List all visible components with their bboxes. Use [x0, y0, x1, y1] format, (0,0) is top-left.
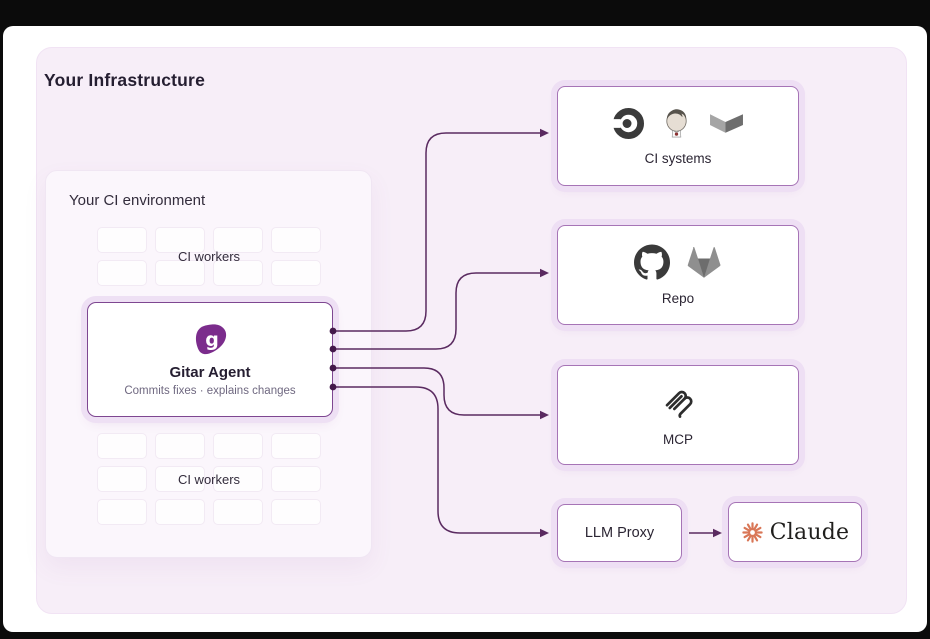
claude-wordmark: Claude: [770, 520, 849, 545]
node-mcp: MCP: [557, 365, 799, 465]
jenkins-icon: [660, 106, 693, 140]
circleci-icon: [613, 108, 644, 139]
diagram-screen: Your Infrastructure Your CI environment …: [0, 0, 930, 639]
node-ci-systems: CI systems: [557, 86, 799, 186]
ci-systems-icons: [613, 106, 744, 140]
repo-icons: [634, 244, 722, 280]
mcp-icons: [659, 383, 697, 421]
gitar-agent-description: Commits fixes · explains changes: [124, 385, 295, 397]
claude-starburst-icon: [741, 521, 764, 544]
mcp-label: MCP: [663, 432, 693, 447]
ci-systems-label: CI systems: [645, 151, 712, 166]
ci-workers-label: CI workers: [97, 433, 321, 525]
ci-environment-label: Your CI environment: [69, 192, 205, 209]
buildkite-icon: [709, 112, 744, 135]
ci-workers-grid-top: CI workers: [97, 227, 321, 286]
node-llm-proxy: LLM Proxy: [557, 504, 682, 562]
github-icon: [634, 244, 670, 280]
llm-proxy-label: LLM Proxy: [585, 525, 654, 541]
svg-text:g: g: [205, 329, 219, 351]
page-title: Your Infrastructure: [44, 70, 205, 91]
gitlab-icon: [686, 245, 722, 279]
ci-workers-label: CI workers: [97, 227, 321, 286]
mcp-icon: [659, 383, 697, 421]
ci-workers-grid-bottom: CI workers: [97, 433, 321, 525]
node-repo: Repo: [557, 225, 799, 325]
gitar-logo-icon: g: [192, 323, 229, 357]
gitar-agent-name: Gitar Agent: [169, 364, 250, 381]
repo-label: Repo: [662, 291, 694, 306]
node-claude: Claude: [728, 502, 862, 562]
gitar-agent-box: g Gitar Agent Commits fixes · explains c…: [87, 302, 333, 417]
